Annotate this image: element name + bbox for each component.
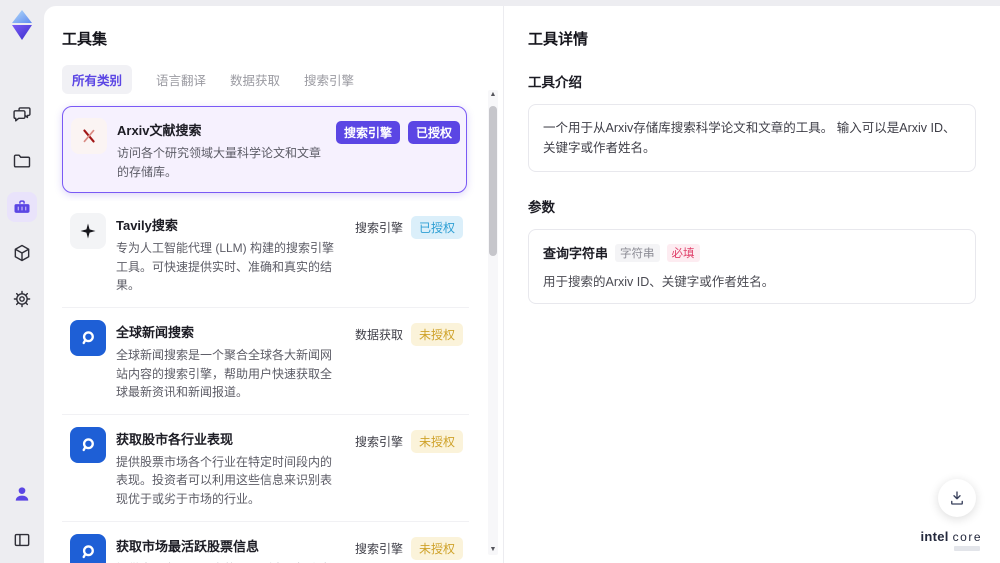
left-rail [0,0,44,563]
tool-badges: 搜索引擎 已授权 [335,118,460,181]
tool-icon [70,213,106,250]
category-tab[interactable]: 搜索引擎 [304,65,354,94]
tool-badges: 搜索引擎 未授权 [355,427,463,509]
intel-core-logo: intel core [921,529,983,551]
sidebar-item-user[interactable] [7,479,37,509]
sidebar-item-layout-toggle[interactable] [7,525,37,555]
tool-body: 全球新闻搜索 全球新闻搜索是一个聚合全球各大新闻网站内容的搜索引擎，帮助用户快速… [116,320,345,402]
tool-icon [71,118,107,154]
tool-description: 访问各个研究领域大量科学论文和文章的存储库。 [117,146,322,179]
tool-list-item[interactable]: 获取股市各行业表现 提供股票市场各个行业在特定时间段内的表现。投资者可以利用这些… [62,414,469,522]
layout-panel-icon [14,533,30,547]
intro-heading: 工具介绍 [528,75,582,90]
tool-list-panel: 工具集 所有类别 语言翻译 数据获取 搜索引擎 Arxiv文献搜索 访问各个研究… [44,6,504,563]
tool-body: Tavily搜索 专为人工智能代理 (LLM) 构建的搜索引擎工具。可快速提供实… [116,213,345,295]
sidebar-item-toolbox[interactable] [7,192,37,222]
param-required-badge: 必填 [666,243,700,262]
tool-body: 获取市场最活跃股票信息 提供当天交易量最高的股票列表，投资者可以利用这些信息来识… [116,534,345,563]
sparkle-icon [80,223,96,239]
tool-detail-panel: 工具详情 工具介绍 一个用于从Arxiv存储库搜索科学论文和文章的工具。 输入可… [504,6,1000,563]
gear-icon [13,290,31,308]
tool-name: 获取市场最活跃股票信息 [116,538,260,554]
arxiv-icon [83,129,95,143]
tool-list-item[interactable]: Arxiv文献搜索 访问各个研究领域大量科学论文和文章的存储库。 搜索引擎 已授… [62,106,467,194]
status-badge: 未授权 [410,536,463,560]
news-logo-icon [82,544,94,558]
category-tab[interactable]: 所有类别 [62,65,133,94]
folder-icon [13,154,31,168]
page-title: 工具集 [62,31,108,48]
tool-icon [70,319,106,356]
toolbox-icon [14,200,30,213]
news-logo-icon [82,331,94,345]
brand-intel: intel [920,529,949,544]
tool-list: Arxiv文献搜索 访问各个研究领域大量科学论文和文章的存储库。 搜索引擎 已授… [62,106,469,563]
list-scrollbar[interactable]: ▲ ▼ [488,90,498,555]
scroll-up-arrow-icon[interactable]: ▲ [488,90,498,100]
category-tab[interactable]: 数据获取 [230,65,280,94]
category-badge: 搜索引擎 [354,541,403,556]
status-badge: 未授权 [410,429,463,453]
tool-body: Arxiv文献搜索 访问各个研究领域大量科学论文和文章的存储库。 [117,118,326,181]
scroll-down-arrow-icon[interactable]: ▼ [488,545,498,555]
tool-name: Arxiv文献搜索 [117,123,202,138]
app-logo-icon [12,10,32,40]
tool-description: 提供当天交易量最高的股票列表，投资者可以利用这些信息来识别流动性强的股票和潜在的… [116,560,341,563]
tool-list-item[interactable]: Tavily搜索 专为人工智能代理 (LLM) 构建的搜索引擎工具。可快速提供实… [62,201,469,308]
scrollbar-thumb[interactable] [489,106,497,256]
tool-body: 获取股市各行业表现 提供股票市场各个行业在特定时间段内的表现。投资者可以利用这些… [116,427,345,509]
download-button[interactable] [938,479,976,517]
category-badge: 搜索引擎 [335,121,400,144]
param-name: 查询字符串 [543,246,609,261]
category-tab[interactable]: 语言翻译 [156,65,206,94]
detail-title: 工具详情 [528,31,589,48]
tool-name: 全球新闻搜索 [116,324,195,340]
tool-description: 全球新闻搜索是一个聚合全球各大新闻网站内容的搜索引擎，帮助用户快速获取全球最新资… [116,347,333,400]
tool-description: 提供股票市场各个行业在特定时间段内的表现。投资者可以利用这些信息来识别表现优于或… [116,454,333,506]
param-card: 查询字符串 字符串 必填 用于搜索的Arxiv ID、关键字或作者姓名。 [528,229,976,304]
tool-badges: 数据获取 未授权 [355,320,463,402]
tool-description: 专为人工智能代理 (LLM) 构建的搜索引擎工具。可快速提供实时、准确和真实的结… [116,241,335,293]
sidebar-item-chat[interactable] [7,100,37,130]
tool-icon [70,533,106,563]
tool-list-item[interactable]: 全球新闻搜索 全球新闻搜索是一个聚合全球各大新闻网站内容的搜索引擎，帮助用户快速… [62,307,469,415]
category-badge: 搜索引擎 [354,434,403,449]
category-badge: 数据获取 [354,327,403,342]
status-badge: 已授权 [407,121,460,144]
sidebar-item-files[interactable] [7,146,37,176]
tool-badges: 搜索引擎 未授权 [355,534,463,563]
user-icon [15,487,29,501]
status-badge: 已授权 [410,216,463,240]
sidebar-item-packages[interactable] [7,238,37,268]
tool-badges: 搜索引擎 已授权 [355,213,463,295]
cube-icon [14,244,30,262]
chat-icon [13,107,31,122]
tool-list-item[interactable]: 获取市场最活跃股票信息 提供当天交易量最高的股票列表，投资者可以利用这些信息来识… [62,521,469,563]
tool-name: Tavily搜索 [116,218,178,234]
brand-sub-bar [954,546,980,551]
tool-icon [70,426,106,463]
status-badge: 未授权 [410,322,463,346]
download-icon [951,491,963,505]
main-content: 工具集 所有类别 语言翻译 数据获取 搜索引擎 Arxiv文献搜索 访问各个研究… [44,6,1000,563]
category-tabs: 所有类别 语言翻译 数据获取 搜索引擎 [62,65,483,94]
sidebar-item-settings[interactable] [7,284,37,314]
brand-core: core [952,530,982,544]
param-type-badge: 字符串 [615,243,660,262]
param-description: 用于搜索的Arxiv ID、关键字或作者姓名。 [543,275,775,289]
category-badge: 搜索引擎 [354,221,403,236]
news-logo-icon [82,438,94,451]
tool-name: 获取股市各行业表现 [116,431,234,447]
intro-text: 一个用于从Arxiv存储库搜索科学论文和文章的工具。 输入可以是Arxiv ID… [528,104,976,172]
params-heading: 参数 [528,200,555,215]
